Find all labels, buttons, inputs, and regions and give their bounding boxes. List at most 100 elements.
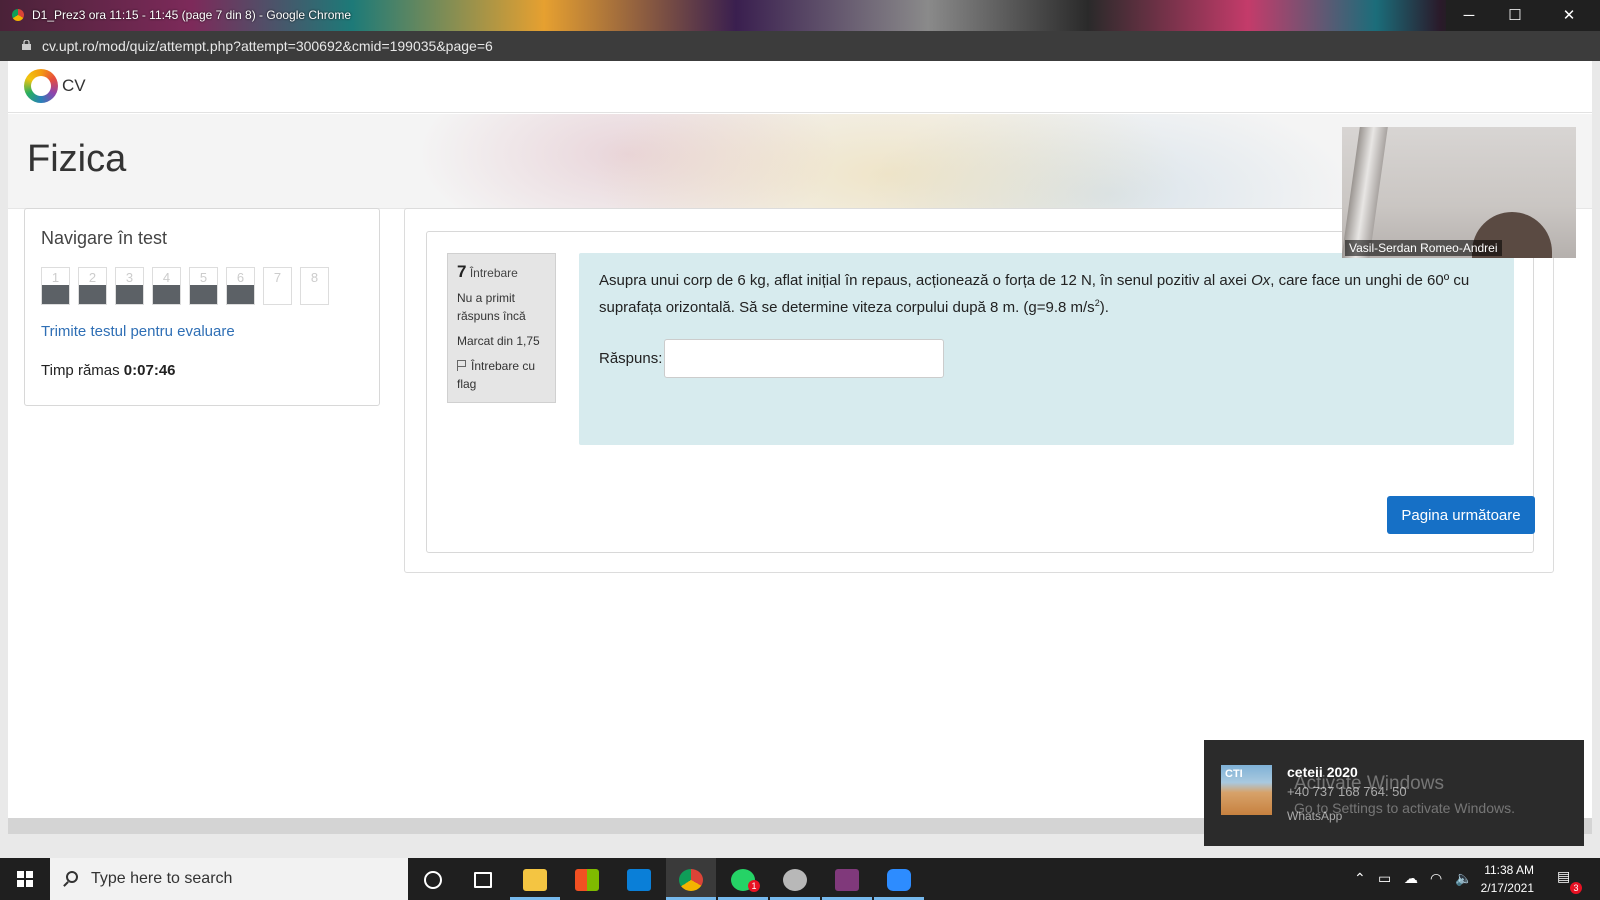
clock-time: 11:38 AM <box>1484 863 1534 877</box>
question-nav-number: 4 <box>162 270 171 285</box>
store-button[interactable] <box>562 858 612 900</box>
question-nav-button-1[interactable]: 1 <box>41 267 70 305</box>
next-page-button[interactable]: Pagina următoare <box>1387 496 1535 534</box>
question-nav-button-2[interactable]: 2 <box>78 267 107 305</box>
quiz-navigation-block: Navigare în test 1 2 3 4 5 6 7 8 Trimite testul… <box>24 208 380 406</box>
address-bar[interactable]: cv.upt.ro/mod/quiz/attempt.php?attempt=3… <box>0 31 1600 61</box>
video-call-overlay[interactable]: Vasil-Serdan Romeo-Andrei <box>1342 127 1576 258</box>
cortana-button[interactable] <box>408 858 458 900</box>
taskbar-clock[interactable]: 11:38 AM 2/17/2021 <box>1464 861 1534 897</box>
site-logo-text[interactable]: CV <box>62 76 86 96</box>
notification-thumbnail: CTI <box>1221 765 1272 815</box>
url-text[interactable]: cv.upt.ro/mod/quiz/attempt.php?attempt=3… <box>42 38 493 54</box>
question-nav-button-7[interactable]: 7 <box>263 267 292 305</box>
question-nav-button-6[interactable]: 6 <box>226 267 255 305</box>
window-title-text: D1_Prez3 ora 11:15 - 11:45 (page 7 din 8… <box>32 8 352 22</box>
question-nav-number: 1 <box>51 270 60 285</box>
flag-icon <box>457 360 466 371</box>
taskbar: Type here to search 1 ⌃ ▭ ☁ ◠ 🔈 11:38 AM… <box>0 858 1600 900</box>
question-nav-number: 8 <box>310 270 319 285</box>
question-card: 7 Întrebare Nu a primit răspuns încă Mar… <box>426 231 1535 553</box>
minimize-button[interactable]: ─ <box>1446 0 1492 31</box>
question-buttons: 1 2 3 4 5 6 7 8 <box>41 267 329 305</box>
question-nav-answered-fill <box>79 285 106 304</box>
activation-watermark-title: Activate Windows <box>1294 773 1444 794</box>
folder-icon <box>523 869 547 892</box>
site-logo-icon[interactable] <box>24 69 58 103</box>
mail-icon <box>627 869 651 892</box>
zoom-button[interactable] <box>874 858 924 900</box>
answer-input[interactable] <box>664 339 944 378</box>
question-info: 7 Întrebare Nu a primit răspuns încă Mar… <box>447 253 556 403</box>
question-text-end: ). <box>1099 299 1109 316</box>
activation-watermark-text: Go to Settings to activate Windows. <box>1294 800 1515 816</box>
question-nav-number: 6 <box>236 270 245 285</box>
time-remaining-value: 0:07:46 <box>123 362 176 379</box>
question-text: Asupra unui corp de 6 kg, aflat inițial … <box>599 269 1494 319</box>
question-nav-answered-fill <box>42 285 69 304</box>
question-status: Nu a primit răspuns încă <box>457 291 526 323</box>
chevron-up-icon[interactable]: ⌃ <box>1354 870 1366 887</box>
notification-thumbnail-text: CTI <box>1225 768 1243 780</box>
windows-logo-icon <box>17 871 33 887</box>
search-icon <box>66 871 78 883</box>
chrome-taskbar-icon <box>679 869 703 892</box>
taskbar-search[interactable]: Type here to search <box>50 858 408 900</box>
question-nav-number: 3 <box>125 270 134 285</box>
search-placeholder: Type here to search <box>91 870 233 887</box>
wifi-icon[interactable]: ◠ <box>1430 870 1442 887</box>
question-nav-answered-fill <box>116 285 143 304</box>
submit-quiz-link[interactable]: Trimite testul pentru evaluare <box>41 323 235 340</box>
time-remaining: Timp rămas 0:07:46 <box>41 362 176 379</box>
onenote-button[interactable] <box>822 858 872 900</box>
zoom-icon <box>887 869 911 892</box>
question-nav-answered-fill <box>227 285 254 304</box>
clock-date: 2/17/2021 <box>1480 881 1534 895</box>
lock-icon <box>22 40 31 50</box>
main-content: 7 Întrebare Nu a primit răspuns încă Mar… <box>404 208 1554 573</box>
window-title: D1_Prez3 ora 11:15 - 11:45 (page 7 din 8… <box>12 8 351 22</box>
time-remaining-label: Timp rămas <box>41 362 120 379</box>
whatsapp-badge: 1 <box>748 880 760 892</box>
app-taskbar-button[interactable] <box>770 858 820 900</box>
task-view-icon <box>474 872 492 889</box>
battery-icon[interactable]: ▭ <box>1378 870 1391 887</box>
question-number-label: Întrebare <box>469 266 518 280</box>
chrome-icon <box>12 9 24 21</box>
question-nav-number: 2 <box>88 270 97 285</box>
action-center-icon[interactable]: ▤ <box>1557 868 1570 885</box>
question-text-part1: Asupra unui corp de 6 kg, aflat inițial … <box>599 272 1252 289</box>
mail-button[interactable] <box>614 858 664 900</box>
cloud-icon[interactable]: ☁ <box>1404 870 1418 887</box>
flag-question-label: Întrebare cu flag <box>457 359 536 391</box>
answer-label: Răspuns: <box>599 350 663 367</box>
site-navbar: CV <box>8 61 1592 113</box>
participant-name: Vasil-Serdan Romeo-Andrei <box>1345 240 1502 256</box>
file-explorer-button[interactable] <box>510 858 560 900</box>
close-window-button[interactable]: ✕ <box>1538 0 1600 31</box>
question-nav-answered-fill <box>153 285 180 304</box>
question-nav-answered-fill <box>190 285 217 304</box>
question-mark: Marcat din 1,75 <box>457 334 540 348</box>
browser-title-bar: D1_Prez3 ora 11:15 - 11:45 (page 7 din 8… <box>0 0 1600 31</box>
whatsapp-taskbar-button[interactable]: 1 <box>718 858 768 900</box>
question-number: 7 <box>457 262 467 281</box>
quiz-navigation-heading: Navigare în test <box>41 228 168 248</box>
question-body: Asupra unui corp de 6 kg, aflat inițial … <box>579 253 1514 445</box>
question-nav-button-5[interactable]: 5 <box>189 267 218 305</box>
notifications-badge: 3 <box>1570 882 1582 894</box>
question-text-axis: Ox <box>1251 272 1271 289</box>
question-nav-button-8[interactable]: 8 <box>300 267 329 305</box>
start-button[interactable] <box>0 858 50 900</box>
question-nav-number: 5 <box>199 270 208 285</box>
question-nav-button-3[interactable]: 3 <box>115 267 144 305</box>
flag-question-toggle[interactable]: Întrebare cu flag <box>457 357 546 393</box>
course-title: Fizica <box>27 138 127 180</box>
maximize-button[interactable]: ☐ <box>1492 0 1538 31</box>
chrome-taskbar-button[interactable] <box>666 858 716 900</box>
question-nav-number: 7 <box>273 270 282 285</box>
task-view-button[interactable] <box>458 858 508 900</box>
store-icon <box>575 869 599 892</box>
video-background <box>1342 127 1388 258</box>
question-nav-button-4[interactable]: 4 <box>152 267 181 305</box>
